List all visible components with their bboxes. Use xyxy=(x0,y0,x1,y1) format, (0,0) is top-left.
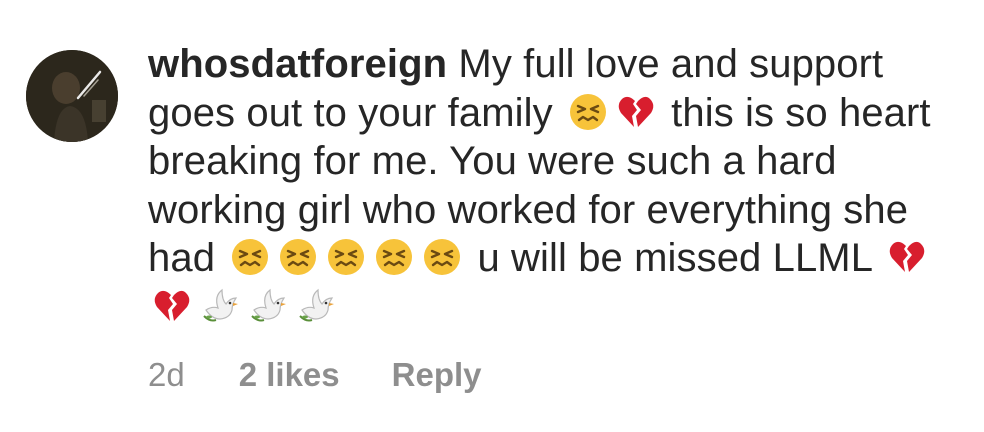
reply-button[interactable]: Reply xyxy=(392,356,482,394)
comment-meta: 2d 2 likes Reply xyxy=(148,356,482,394)
likes-count-link[interactable]: 2 likes xyxy=(239,356,340,394)
dove-icon xyxy=(248,286,288,326)
avatar[interactable] xyxy=(26,50,118,142)
broken-heart-icon xyxy=(887,237,927,277)
confounded-face-icon xyxy=(568,92,608,132)
confounded-face-icon xyxy=(422,237,462,277)
confounded-face-icon xyxy=(326,237,366,277)
confounded-face-icon xyxy=(374,237,414,277)
comment-username[interactable]: whosdatforeign xyxy=(148,42,447,86)
comment: whosdatforeign My full love and support … xyxy=(0,0,984,432)
confounded-face-icon xyxy=(278,237,318,277)
dove-icon xyxy=(200,286,240,326)
avatar-photo xyxy=(26,50,118,142)
comment-body: whosdatforeign My full love and support … xyxy=(148,40,963,332)
broken-heart-icon xyxy=(152,286,192,326)
broken-heart-icon xyxy=(616,92,656,132)
comment-text: u will be missed LLML xyxy=(466,236,883,281)
confounded-face-icon xyxy=(230,237,270,277)
comment-timestamp: 2d xyxy=(148,356,185,393)
dove-icon xyxy=(296,286,336,326)
